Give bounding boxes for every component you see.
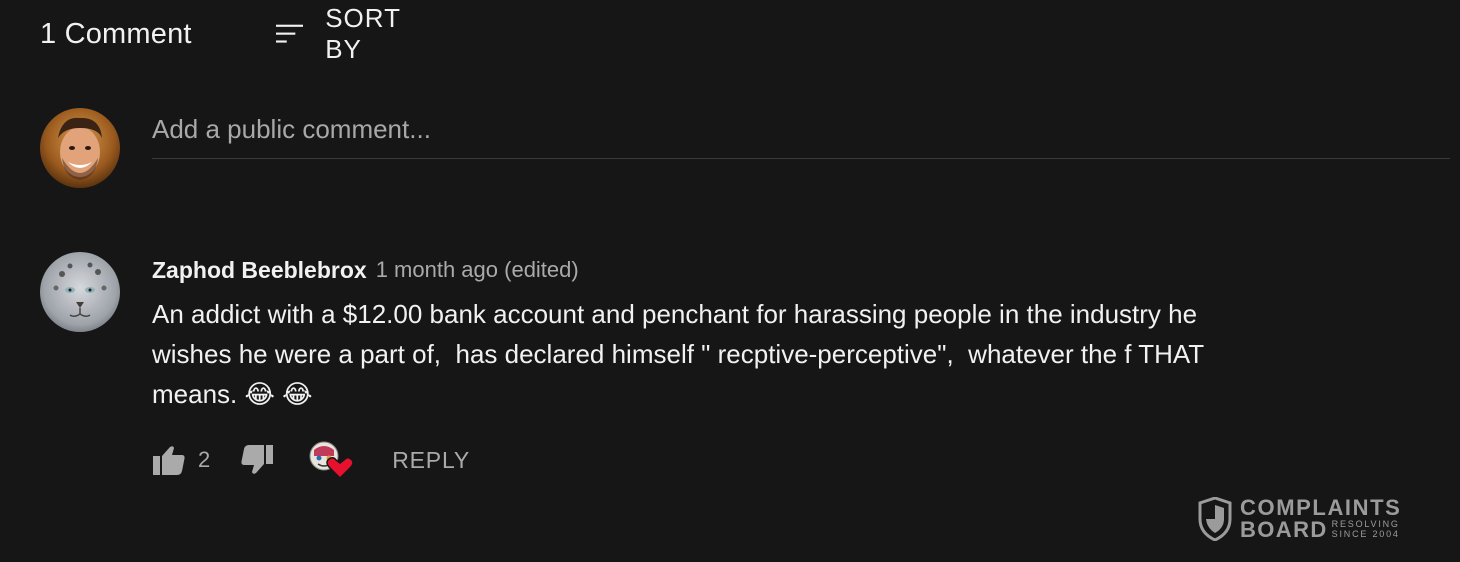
watermark-line2: BOARD [1240,517,1328,542]
user-avatar-image [40,108,120,188]
comment-body: Zaphod Beeblebrox 1 month ago (edited) A… [152,252,1332,480]
thumbs-up-icon[interactable] [152,443,186,477]
thumbs-down-icon[interactable] [240,443,274,477]
comment-count: 1 Comment [40,17,192,50]
snow-leopard-avatar-image [40,252,120,332]
sort-by-label: SORT BY [325,3,401,64]
comment-timestamp[interactable]: 1 month ago (edited) [376,257,579,283]
comment-input-container [152,108,1450,159]
comment-author[interactable]: Zaphod Beeblebrox [152,257,367,284]
watermark-tagline: RESOLVING SINCE 2004 [1332,519,1400,541]
reply-button[interactable]: REPLY [392,447,470,474]
watermark-tag2: SINCE 2004 [1331,529,1400,539]
watermark-tag1: RESOLVING [1331,519,1400,529]
sort-by-button[interactable]: SORT BY [276,3,411,64]
comment-actions: 2 REPLY [152,440,470,480]
watermark-line1: COMPLAINTS [1240,495,1402,520]
shield-logo-icon [1198,497,1232,541]
creator-heart-icon[interactable] [308,440,354,480]
comment-meta: Zaphod Beeblebrox 1 month ago (edited) [152,252,1332,288]
watermark-text: COMPLAINTS BOARD RESOLVING SINCE 2004 [1240,497,1401,541]
author-avatar[interactable] [40,252,120,332]
watermark-line2-row: BOARD RESOLVING SINCE 2004 [1240,519,1401,541]
add-comment-input[interactable] [152,108,1450,150]
comment-text: An addict with a $12.00 bank account and… [152,299,1205,409]
comments-header: 1 Comment SORT BY [40,3,400,64]
add-comment-row [40,108,1450,190]
current-user-avatar[interactable] [40,108,120,188]
sort-lines-icon [276,24,304,43]
like-count: 2 [198,447,211,472]
complaints-board-watermark: COMPLAINTS BOARD RESOLVING SINCE 2004 [1198,497,1401,541]
